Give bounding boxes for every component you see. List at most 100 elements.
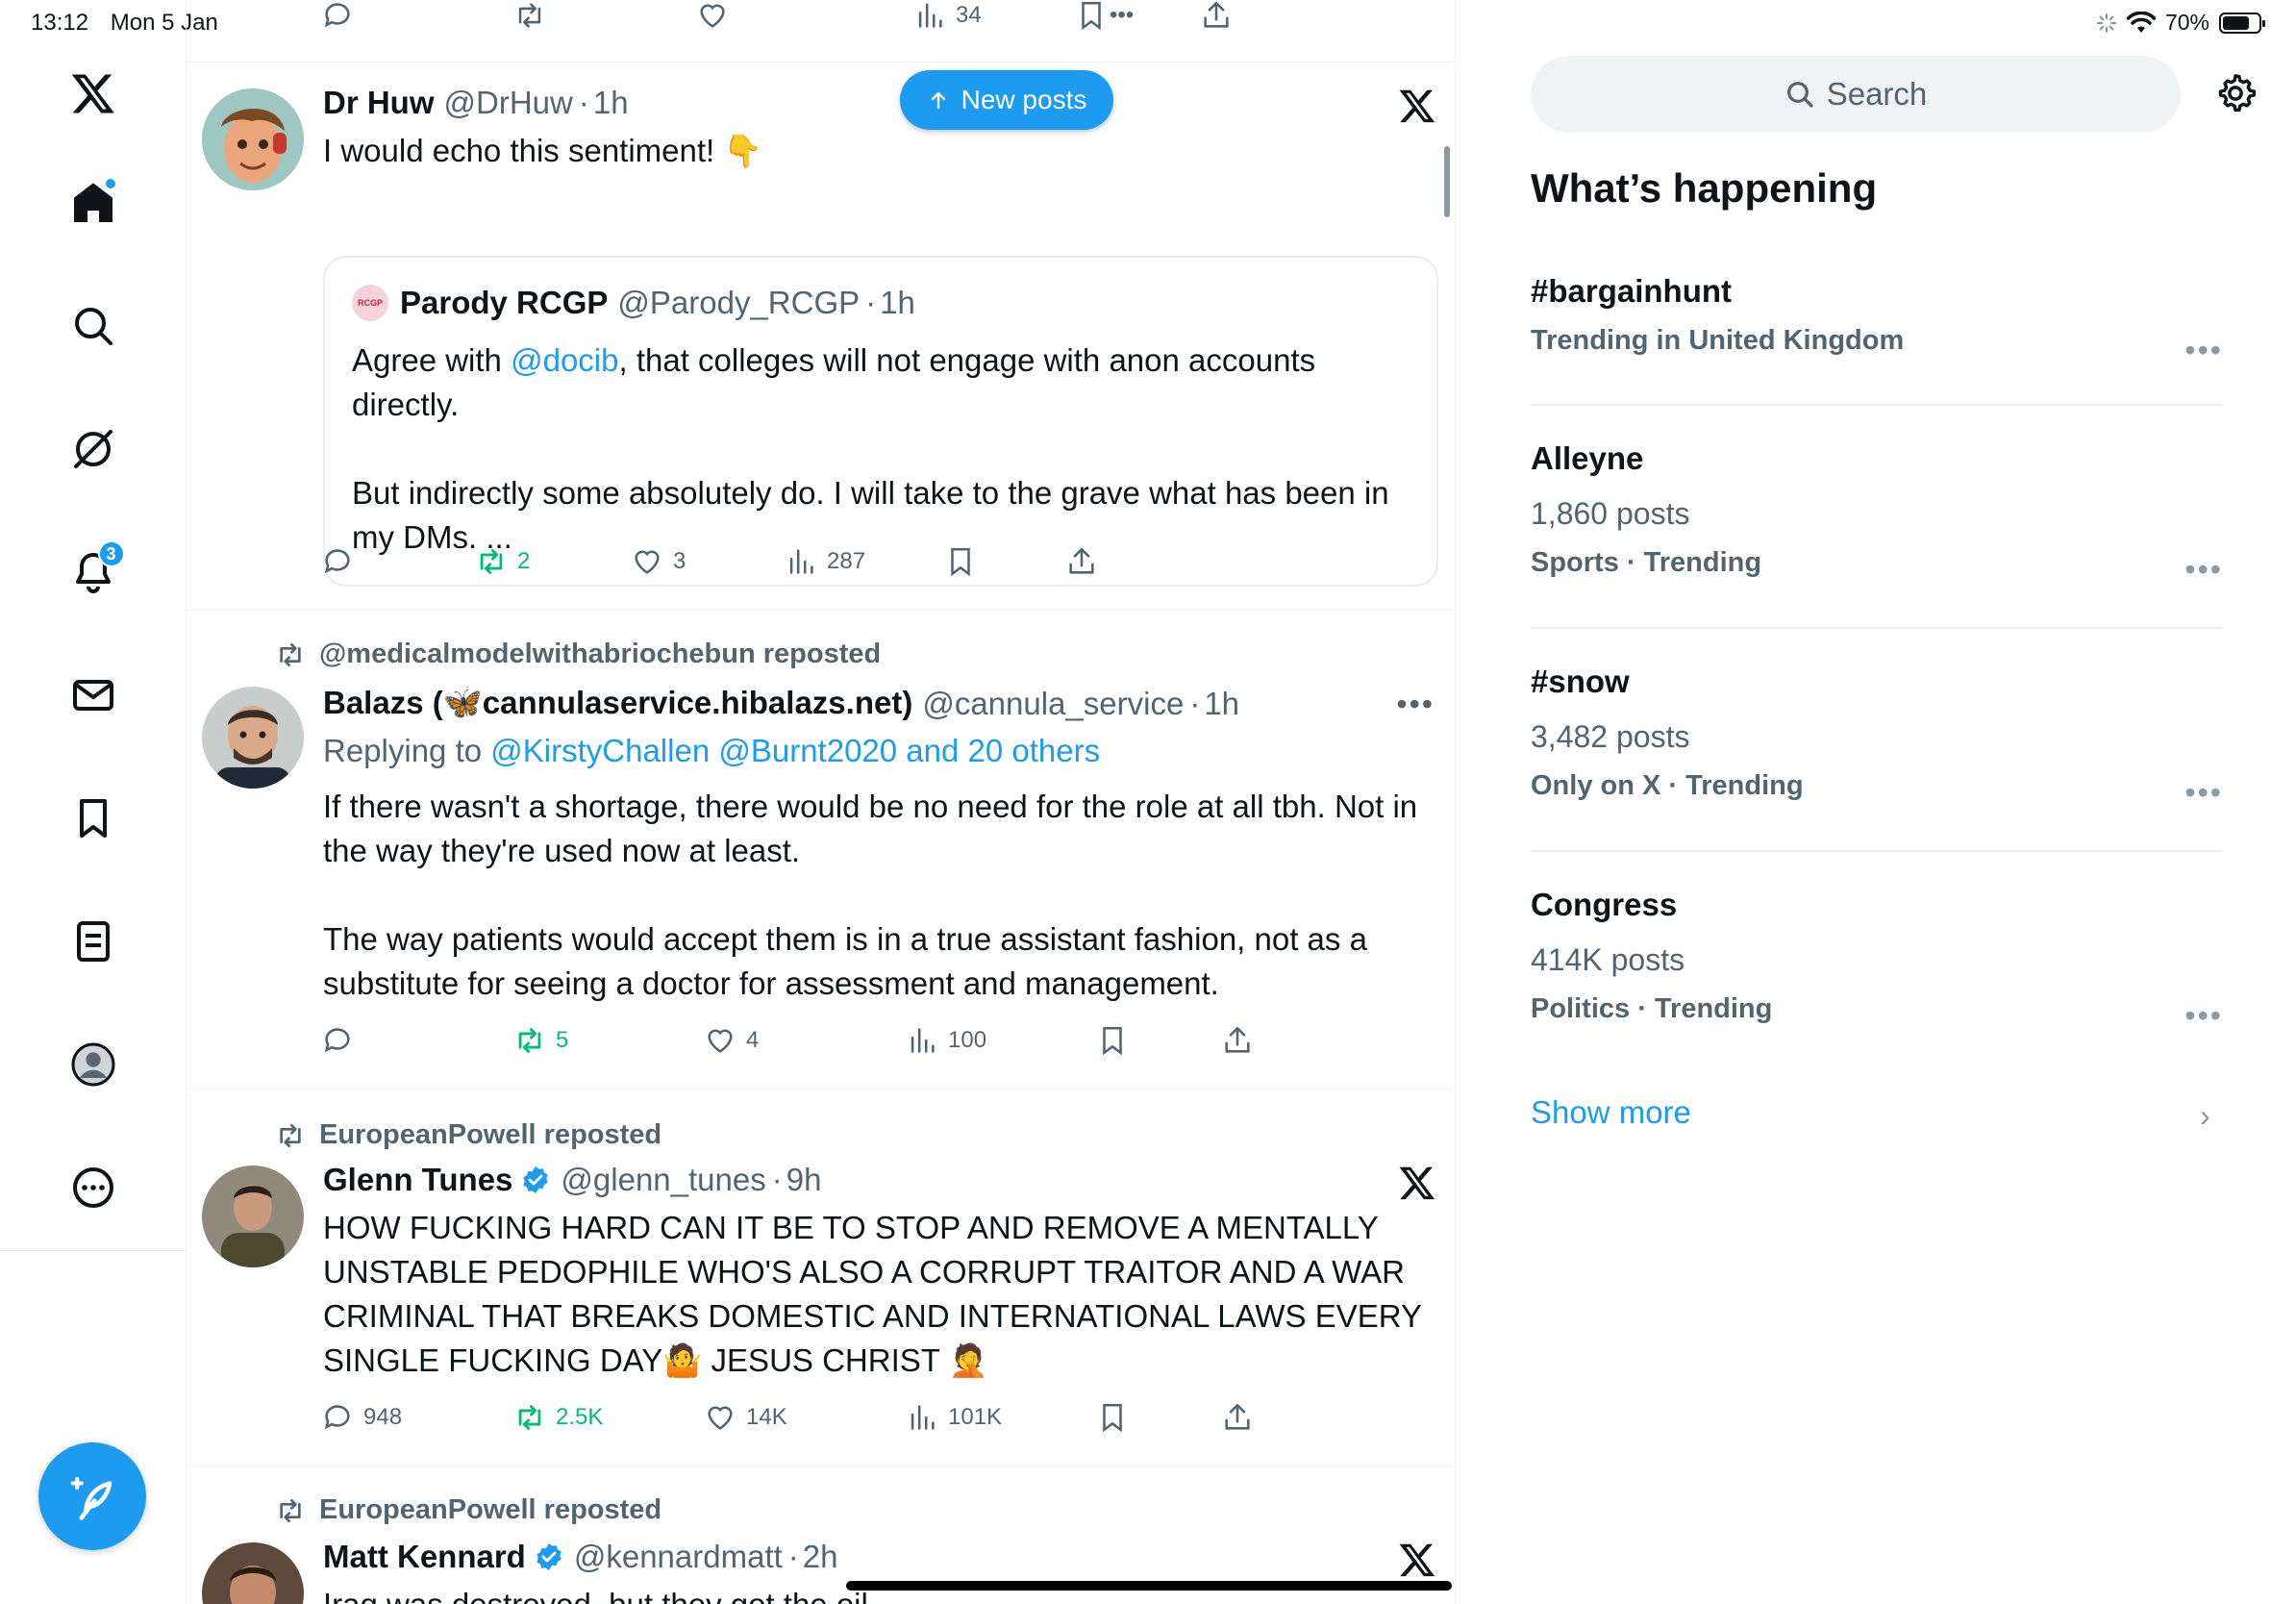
avatar[interactable] bbox=[202, 687, 304, 789]
x-logo-icon[interactable] bbox=[1398, 1164, 1436, 1202]
verified-badge-icon bbox=[523, 1166, 549, 1193]
bookmark-button[interactable] bbox=[1096, 1024, 1129, 1057]
mention-link[interactable]: @docib bbox=[511, 342, 618, 378]
nav-home[interactable] bbox=[60, 169, 127, 237]
author-name[interactable]: Glenn Tunes bbox=[323, 1162, 512, 1198]
repost-button[interactable]: 2 bbox=[475, 545, 530, 578]
x-logo-icon[interactable] bbox=[1398, 1541, 1436, 1579]
share-button[interactable] bbox=[1221, 1024, 1254, 1057]
x-logo-icon[interactable] bbox=[60, 60, 127, 127]
new-posts-button[interactable]: New posts bbox=[900, 70, 1113, 130]
feed-scrollbar[interactable] bbox=[1444, 146, 1450, 217]
nav-lists[interactable] bbox=[60, 908, 127, 975]
like-button[interactable]: 14K bbox=[704, 1401, 787, 1434]
trend-posts: 414K posts bbox=[1531, 942, 1685, 977]
views-button[interactable]: 100 bbox=[906, 1024, 986, 1057]
more-options-icon[interactable]: ••• bbox=[2184, 552, 2223, 588]
share-icon bbox=[1225, 1403, 1250, 1430]
nav-grok[interactable] bbox=[60, 415, 127, 483]
compose-button[interactable] bbox=[38, 1442, 146, 1550]
views-button[interactable]: 34 bbox=[913, 0, 982, 32]
bookmark-button[interactable]: ••• bbox=[1075, 0, 1134, 32]
repost-icon bbox=[518, 1405, 541, 1430]
post-balazs[interactable]: @medicalmodelwithabriochebun reposted Ba… bbox=[187, 610, 1455, 1089]
nav-search[interactable] bbox=[60, 292, 127, 360]
nav-bookmarks[interactable] bbox=[60, 785, 127, 852]
like-button[interactable]: 4 bbox=[704, 1024, 759, 1057]
more-options-icon[interactable]: ••• bbox=[1396, 687, 1435, 722]
views-chart-icon bbox=[789, 549, 813, 574]
repost-button[interactable] bbox=[513, 0, 546, 32]
views-chart-icon bbox=[911, 1405, 935, 1430]
bookmark-button[interactable] bbox=[944, 545, 977, 578]
author-name[interactable]: Matt Kennard bbox=[323, 1539, 526, 1575]
repost-context: EuropeanPowell reposted bbox=[275, 1119, 661, 1151]
avatar[interactable] bbox=[202, 1165, 304, 1267]
post-glenn-tunes[interactable]: EuropeanPowell reposted Glenn Tunes @gle… bbox=[187, 1089, 1455, 1466]
author-handle[interactable]: @glenn_tunes bbox=[561, 1162, 765, 1198]
author-handle[interactable]: @cannula_service bbox=[922, 686, 1184, 722]
author-handle[interactable]: @DrHuw bbox=[444, 85, 573, 121]
nav-notifications[interactable]: 3 bbox=[60, 539, 127, 606]
repost-by-label[interactable]: @medicalmodelwithabriochebun reposted bbox=[319, 639, 881, 670]
post-time[interactable]: 1h bbox=[1204, 686, 1239, 722]
like-button[interactable]: 3 bbox=[631, 545, 686, 578]
trend-name: #snow bbox=[1531, 664, 1630, 699]
share-button[interactable] bbox=[1065, 545, 1098, 578]
author-name[interactable]: Dr Huw bbox=[323, 85, 435, 121]
more-options-icon[interactable]: ••• bbox=[2184, 998, 2223, 1034]
x-logo-icon[interactable] bbox=[1398, 87, 1436, 125]
nav-profile[interactable] bbox=[60, 1031, 127, 1098]
chevron-right-icon[interactable]: › bbox=[2200, 1098, 2210, 1134]
reply-button[interactable] bbox=[321, 545, 354, 578]
repost-button[interactable]: 5 bbox=[513, 1024, 568, 1057]
like-button[interactable] bbox=[696, 0, 729, 32]
replying-to-links[interactable]: @KirstyChallen @Burnt2020 and 20 others bbox=[490, 733, 1100, 768]
quote-text: Agree with @docib, that colleges will no… bbox=[352, 338, 1410, 560]
repost-by-label[interactable]: EuropeanPowell reposted bbox=[319, 1494, 661, 1526]
more-options-icon[interactable]: ••• bbox=[2184, 333, 2223, 368]
like-count: 3 bbox=[673, 548, 686, 574]
views-button[interactable]: 101K bbox=[906, 1401, 1002, 1434]
share-button[interactable] bbox=[1221, 1401, 1254, 1434]
bookmark-button[interactable] bbox=[1096, 1401, 1129, 1434]
post-time[interactable]: 2h bbox=[803, 1539, 838, 1575]
quoted-post[interactable]: RCGP Parody RCGP @Parody_RCGP · 1h Agree… bbox=[323, 256, 1438, 587]
trend-item[interactable]: #bargainhunt Trending in United Kingdom … bbox=[1531, 273, 2223, 367]
show-more-link[interactable]: Show more bbox=[1531, 1094, 1691, 1131]
trend-item[interactable]: #snow 3,482 posts Only on X · Trending •… bbox=[1531, 664, 2223, 810]
trend-item[interactable]: Alleyne 1,860 posts Sports · Trending ••… bbox=[1531, 440, 2223, 587]
repost-context: @medicalmodelwithabriochebun reposted bbox=[275, 639, 881, 670]
bookmark-icon bbox=[1082, 1, 1101, 31]
reply-button[interactable] bbox=[321, 1024, 354, 1057]
author-handle[interactable]: @kennardmatt bbox=[574, 1539, 783, 1575]
gear-icon[interactable] bbox=[2213, 71, 2258, 115]
post-time[interactable]: 9h bbox=[786, 1162, 822, 1198]
nav-more[interactable] bbox=[60, 1154, 127, 1221]
avatar[interactable] bbox=[202, 1542, 304, 1604]
reply-icon bbox=[324, 1405, 350, 1430]
left-nav: 3 bbox=[0, 0, 187, 1604]
repost-button[interactable]: 2.5K bbox=[513, 1401, 603, 1434]
views-button[interactable]: 287 bbox=[785, 545, 865, 578]
home-new-dot bbox=[103, 177, 117, 190]
author-name[interactable]: Balazs (🦋cannulaservice.hibalazs.net) bbox=[323, 685, 912, 722]
repost-by-label[interactable]: EuropeanPowell reposted bbox=[319, 1119, 661, 1151]
reply-button[interactable]: 948 bbox=[321, 1401, 402, 1434]
repost-icon bbox=[518, 3, 541, 28]
heart-icon bbox=[708, 1029, 733, 1053]
nav-messages[interactable] bbox=[60, 662, 127, 729]
search-placeholder: Search bbox=[1826, 76, 1928, 112]
trend-item[interactable]: Congress 414K posts Politics · Trending … bbox=[1531, 887, 2223, 1033]
quote-author-handle: @Parody_RCGP bbox=[617, 285, 861, 320]
more-options-icon[interactable]: ••• bbox=[2184, 775, 2223, 811]
reply-button[interactable] bbox=[321, 0, 354, 32]
battery-icon bbox=[2219, 12, 2265, 34]
post-time[interactable]: 1h bbox=[593, 85, 629, 121]
share-button[interactable] bbox=[1200, 0, 1233, 32]
avatar-icon bbox=[71, 1042, 114, 1087]
home-indicator[interactable] bbox=[846, 1581, 1452, 1591]
search-input[interactable]: Search bbox=[1531, 56, 2181, 133]
post-drhuw[interactable]: Dr Huw @DrHuw · 1h I would echo this sen… bbox=[187, 62, 1455, 610]
avatar[interactable] bbox=[202, 88, 304, 190]
